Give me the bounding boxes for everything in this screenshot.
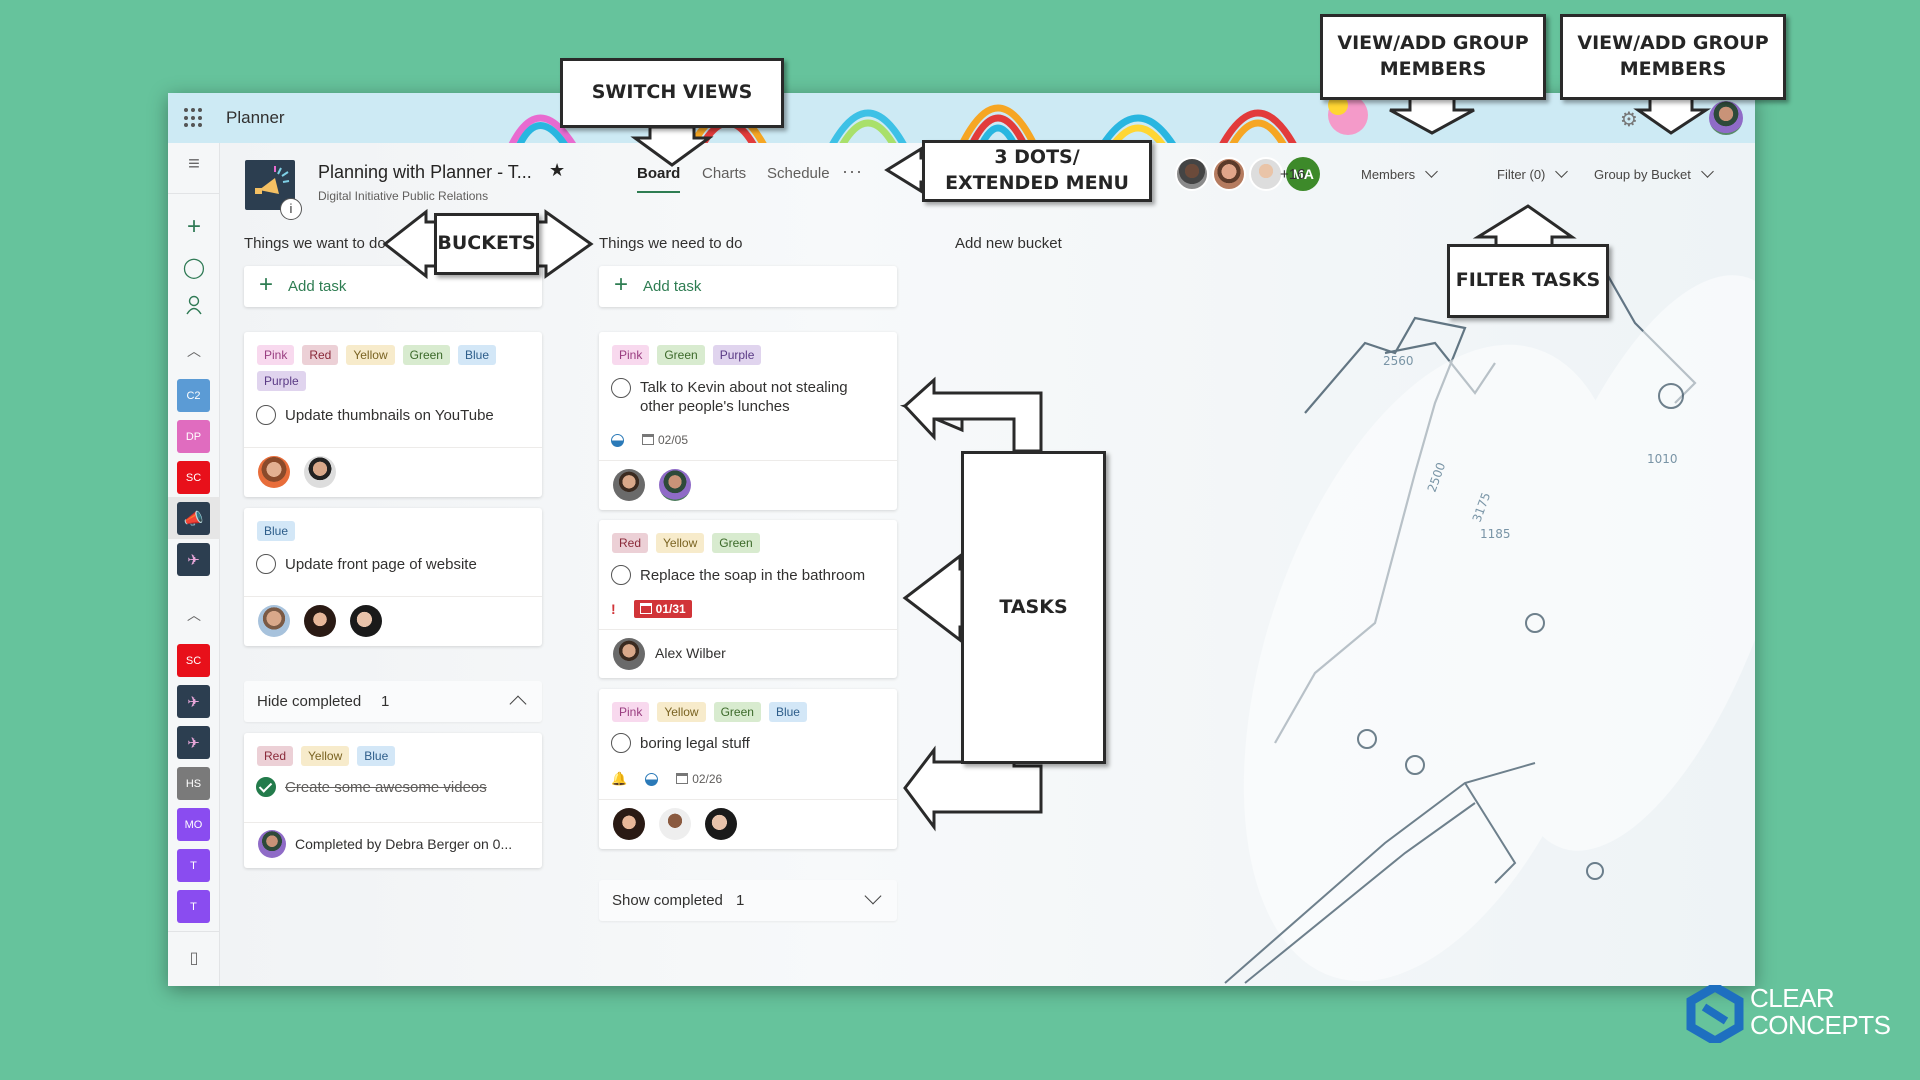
filter-arrow: [1472, 204, 1577, 249]
brand-name: CLEAR CONCEPTS: [1750, 983, 1891, 1040]
callout-switch-views: SWITCH VIEWS: [560, 58, 784, 128]
callout-tasks: TASKS: [961, 451, 1106, 764]
members-arrow-1: [1389, 96, 1475, 135]
brand-line-2: CONCEPTS: [1750, 1010, 1891, 1040]
brand-line-1: CLEAR: [1750, 983, 1835, 1013]
buckets-right-arrow: [534, 209, 594, 279]
members-arrow-2: [1633, 96, 1712, 135]
tasks-arrow-middle: [902, 552, 964, 644]
callout-members-2: VIEW/ADD GROUP MEMBERS: [1560, 14, 1786, 100]
callout-buckets: BUCKETS: [434, 213, 539, 275]
callout-filter: FILTER TASKS: [1447, 244, 1609, 318]
clear-concepts-logo-icon: [1686, 985, 1744, 1043]
extended-menu-arrow: [884, 146, 927, 194]
callout-extended-menu: 3 DOTS/ EXTENDED MENU: [922, 140, 1152, 202]
callout-members-1: VIEW/ADD GROUP MEMBERS: [1320, 14, 1546, 100]
switch-views-arrow: [630, 125, 714, 167]
buckets-left-arrow: [382, 208, 438, 280]
tasks-arrow-top: [902, 376, 1043, 453]
